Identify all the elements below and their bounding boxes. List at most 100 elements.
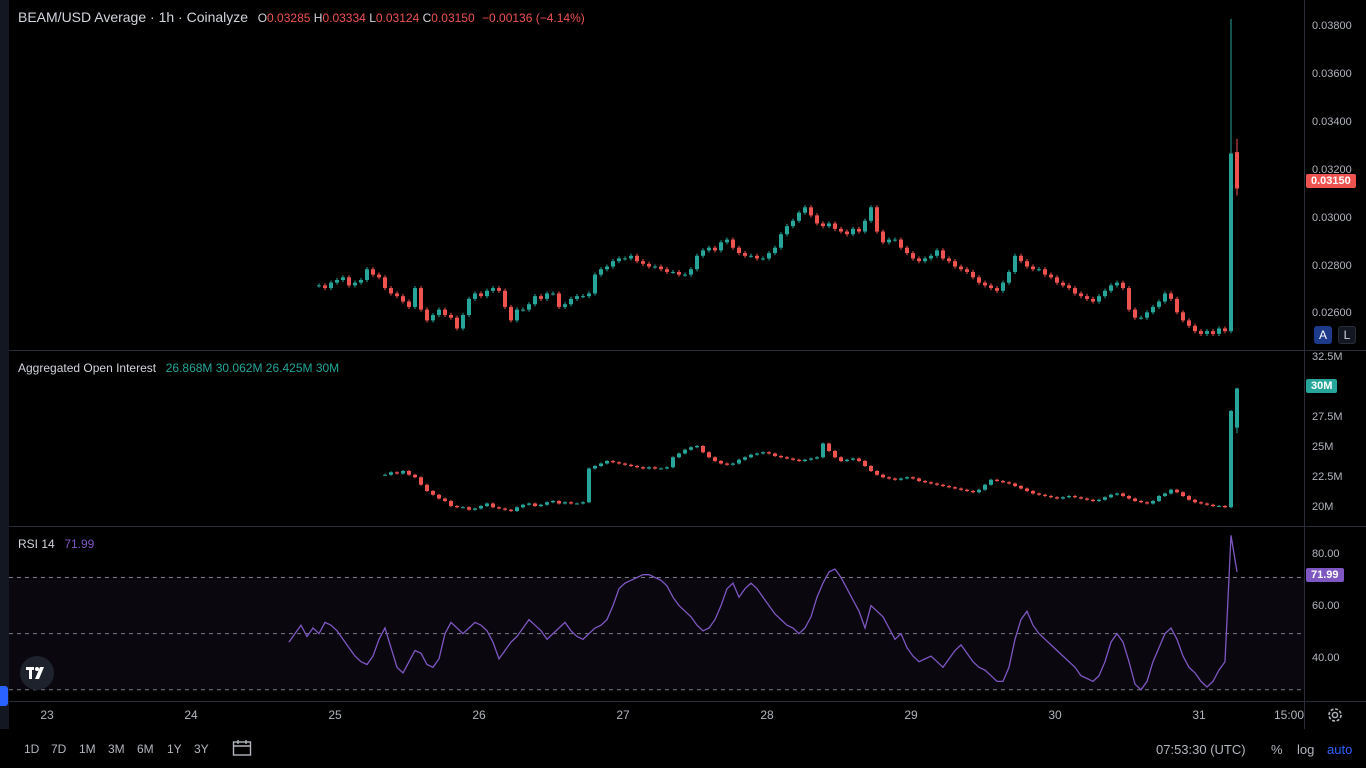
close-label: C bbox=[422, 11, 432, 25]
price-candle bbox=[779, 234, 783, 248]
price-candle bbox=[947, 258, 951, 262]
price-candle bbox=[1181, 312, 1185, 321]
price-candle bbox=[1097, 296, 1101, 302]
oi-candle bbox=[725, 463, 729, 465]
oi-candle bbox=[1103, 497, 1107, 500]
oi-candle bbox=[479, 506, 483, 509]
percent-scale-toggle[interactable]: % bbox=[1271, 742, 1283, 757]
rsi-tick: 60.00 bbox=[1312, 600, 1340, 612]
oi-candle bbox=[1133, 498, 1137, 501]
price-candle bbox=[509, 306, 513, 321]
oi-candle bbox=[497, 507, 501, 509]
oi-candle bbox=[767, 452, 771, 454]
oi-candle bbox=[869, 466, 873, 471]
price-axis[interactable]: 0.03800 0.03600 0.03400 0.03200 0.03000 … bbox=[1305, 0, 1366, 350]
price-candle bbox=[665, 269, 669, 272]
gear-glyph bbox=[1328, 708, 1342, 722]
oi-candle bbox=[977, 489, 981, 493]
time-tick: 23 bbox=[40, 708, 54, 722]
oi-axis[interactable]: 32.5M 27.5M 25M 22.5M 20M 30M bbox=[1305, 351, 1366, 526]
price-candle bbox=[1109, 285, 1113, 291]
oi-candle bbox=[527, 503, 531, 505]
price-candle bbox=[1163, 293, 1167, 302]
price-candle bbox=[335, 280, 339, 283]
time-tick: 29 bbox=[904, 708, 918, 722]
rsi-axis[interactable]: 80.00 60.00 40.00 71.99 bbox=[1305, 527, 1366, 701]
price-candle bbox=[593, 274, 597, 294]
time-tick: 31 bbox=[1192, 708, 1206, 722]
range-7d-button[interactable]: 7D bbox=[51, 742, 66, 756]
price-candle bbox=[641, 261, 645, 264]
oi-candle bbox=[491, 503, 495, 508]
price-candle bbox=[1127, 288, 1131, 310]
price-candle bbox=[761, 258, 765, 260]
oi-candle bbox=[563, 502, 567, 504]
price-candle bbox=[461, 315, 465, 329]
oi-candle bbox=[701, 446, 705, 453]
price-candle bbox=[515, 309, 519, 321]
oi-candle bbox=[659, 468, 663, 470]
oi-values: 26.868M 30.062M 26.425M 30M bbox=[165, 361, 340, 375]
price-candle bbox=[695, 255, 699, 270]
oi-candle bbox=[971, 491, 975, 493]
oi-candle bbox=[803, 459, 807, 461]
oi-candle bbox=[905, 477, 909, 479]
oi-candle bbox=[1109, 494, 1113, 498]
oi-candle bbox=[713, 457, 717, 461]
price-candle bbox=[821, 223, 825, 227]
time-axis[interactable]: 23 24 25 26 27 28 29 30 31 15:00 bbox=[9, 702, 1304, 728]
oi-candle bbox=[1175, 489, 1179, 493]
tradingview-logo-icon[interactable] bbox=[20, 656, 54, 690]
oi-candle bbox=[941, 484, 945, 486]
price-candle bbox=[599, 269, 603, 275]
settings-gear-icon[interactable] bbox=[1326, 706, 1344, 724]
price-pane[interactable] bbox=[9, 0, 1304, 350]
auto-scale-toggle[interactable]: auto bbox=[1327, 742, 1352, 757]
left-drawer-toggle[interactable] bbox=[0, 686, 8, 706]
price-candle bbox=[395, 293, 399, 297]
oi-candle bbox=[839, 457, 843, 461]
oi-candle bbox=[389, 472, 393, 475]
utc-clock[interactable]: 07:53:30 (UTC) bbox=[1156, 742, 1246, 757]
price-candle bbox=[1205, 331, 1209, 334]
price-candle bbox=[1187, 320, 1191, 326]
price-candle bbox=[797, 212, 801, 221]
date-range-calendar-icon[interactable] bbox=[232, 739, 252, 757]
price-candle bbox=[479, 293, 483, 297]
time-tick: 26 bbox=[472, 708, 486, 722]
price-candle bbox=[1019, 255, 1023, 262]
oi-candle bbox=[1061, 497, 1065, 499]
rsi-title[interactable]: RSI 14 bbox=[18, 537, 55, 551]
oi-candle bbox=[545, 502, 549, 505]
range-1d-button[interactable]: 1D bbox=[24, 742, 39, 756]
range-3y-button[interactable]: 3Y bbox=[194, 742, 209, 756]
price-candle bbox=[1073, 288, 1077, 294]
price-candle bbox=[617, 258, 621, 262]
range-3m-button[interactable]: 3M bbox=[108, 742, 125, 756]
oi-candle bbox=[473, 508, 477, 510]
price-candle bbox=[557, 293, 561, 307]
oi-candle bbox=[407, 471, 411, 475]
range-1m-button[interactable]: 1M bbox=[79, 742, 96, 756]
price-candle bbox=[905, 247, 909, 254]
price-candle bbox=[1025, 261, 1029, 267]
price-candle bbox=[545, 293, 549, 299]
oi-title[interactable]: Aggregated Open Interest bbox=[18, 361, 156, 375]
price-candle bbox=[1139, 317, 1143, 319]
log-scale-toggle[interactable]: log bbox=[1297, 742, 1314, 757]
price-candle bbox=[749, 255, 753, 257]
oi-candle bbox=[1007, 482, 1011, 484]
price-candle bbox=[923, 258, 927, 262]
rsi-pane[interactable] bbox=[9, 527, 1304, 701]
open-interest-pane[interactable] bbox=[9, 351, 1304, 526]
range-6m-button[interactable]: 6M bbox=[137, 742, 154, 756]
range-1y-button[interactable]: 1Y bbox=[167, 742, 182, 756]
oi-candle bbox=[1193, 499, 1197, 503]
oi-candle bbox=[851, 458, 855, 460]
symbol-title[interactable]: BEAM/USD Average · 1h · Coinalyze bbox=[18, 9, 248, 25]
price-candle bbox=[527, 304, 531, 310]
oi-candle bbox=[629, 464, 633, 466]
oi-candle bbox=[443, 498, 447, 501]
calendar-glyph bbox=[232, 740, 252, 756]
price-candle bbox=[1043, 269, 1047, 275]
